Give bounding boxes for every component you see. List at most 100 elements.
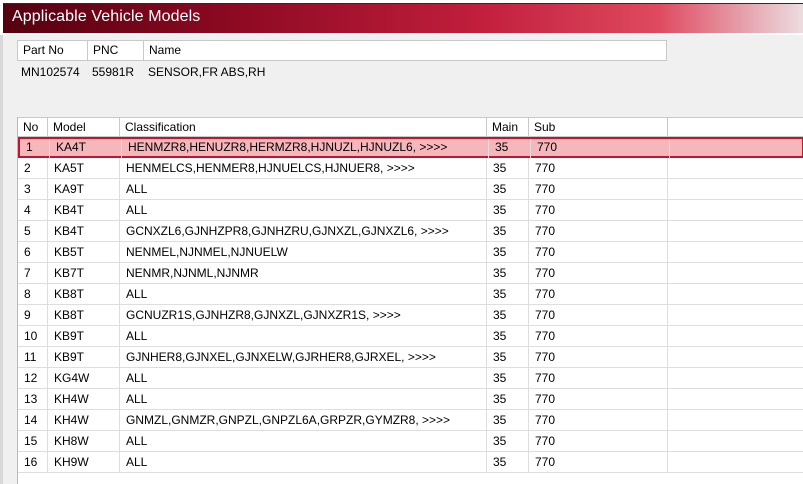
cell-empty <box>668 179 803 199</box>
cell-main: 35 <box>489 139 531 159</box>
table-row[interactable]: 4 KB4T ALL 35 770 <box>18 200 803 221</box>
cell-no: 8 <box>18 284 48 304</box>
cell-main: 35 <box>487 284 529 304</box>
cell-empty <box>668 347 803 367</box>
col-header-sub[interactable]: Sub <box>529 118 668 137</box>
table-row[interactable]: 9 KB8T GCNUZR1S,GJNHZR8,GJNXZL,GJNXZR1S, >… <box>18 305 803 326</box>
cell-classification: ALL <box>120 431 487 451</box>
cell-classification: GCNXZL6,GJNHZPR8,GJNHZRU,GJNXZL,GJNXZL6,… <box>120 221 487 241</box>
cell-sub: 770 <box>531 139 670 159</box>
cell-main: 35 <box>487 368 529 388</box>
col-header-main[interactable]: Main <box>487 118 529 137</box>
cell-classification: ALL <box>120 179 487 199</box>
cell-model: KA5T <box>48 158 120 178</box>
cell-sub: 770 <box>529 158 668 178</box>
cell-classification: NENMEL,NJNMEL,NJNUELW <box>120 242 487 262</box>
cell-model: KB9T <box>48 347 120 367</box>
pnc-header[interactable]: PNC <box>88 41 144 60</box>
cell-model: KB9T <box>48 326 120 346</box>
cell-no: 15 <box>18 431 48 451</box>
cell-no: 3 <box>18 179 48 199</box>
name-header[interactable]: Name <box>144 41 668 60</box>
cell-no: 12 <box>18 368 48 388</box>
cell-main: 35 <box>487 452 529 472</box>
cell-main: 35 <box>487 410 529 430</box>
cell-model: KB7T <box>48 263 120 283</box>
part-info-header: Part No PNC Name <box>17 40 667 61</box>
table-row[interactable]: 1 KA4T HENMZR8,HENUZR8,HERMZR8,HJNUZL,HJNU… <box>18 137 803 159</box>
cell-model: KH4W <box>48 410 120 430</box>
cell-no: 5 <box>18 221 48 241</box>
cell-model: KB4T <box>48 200 120 220</box>
table-row[interactable]: 11 KB9T GJNHER8,GJNXEL,GJNXELW,GJRHER8,GJR… <box>18 347 803 368</box>
cell-main: 35 <box>487 389 529 409</box>
part-no-value: MN102574 <box>21 65 80 79</box>
cell-model: KG4W <box>48 368 120 388</box>
cell-classification: ALL <box>120 452 487 472</box>
table-row[interactable]: 3 KA9T ALL 35 770 <box>18 179 803 200</box>
table-header: No Model Classification Main Sub <box>18 117 803 137</box>
cell-sub: 770 <box>529 452 668 472</box>
cell-sub: 770 <box>529 263 668 283</box>
cell-no: 10 <box>18 326 48 346</box>
cell-sub: 770 <box>529 221 668 241</box>
cell-model: KH4W <box>48 389 120 409</box>
table-row[interactable]: 10 KB9T ALL 35 770 <box>18 326 803 347</box>
cell-empty <box>668 221 803 241</box>
cell-model: KB5T <box>48 242 120 262</box>
vehicle-models-table[interactable]: No Model Classification Main Sub 1 KA4T HE… <box>17 117 803 484</box>
table-row[interactable]: 12 KG4W ALL 35 770 <box>18 368 803 389</box>
table-row[interactable]: 8 KB8T ALL 35 770 <box>18 284 803 305</box>
cell-classification: ALL <box>120 284 487 304</box>
cell-classification: GNMZL,GNMZR,GNPZL,GNPZL6A,GRPZR,GYMZR8, … <box>120 410 487 430</box>
table-row[interactable]: 6 KB5T NENMEL,NJNMEL,NJNUELW 35 770 <box>18 242 803 263</box>
table-row[interactable]: 2 KA5T HENMELCS,HENMER8,HJNUELCS,HJNUER8, … <box>18 158 803 179</box>
table-row[interactable]: 14 KH4W GNMZL,GNMZR,GNPZL,GNPZL6A,GRPZR,GY… <box>18 410 803 431</box>
cell-classification: ALL <box>120 368 487 388</box>
cell-sub: 770 <box>529 431 668 451</box>
cell-sub: 770 <box>529 368 668 388</box>
pnc-value: 55981R <box>92 65 135 79</box>
table-row[interactable]: 13 KH4W ALL 35 770 <box>18 389 803 410</box>
cell-model: KH8W <box>48 431 120 451</box>
cell-classification: ALL <box>120 200 487 220</box>
cell-no: 6 <box>18 242 48 262</box>
cell-sub: 770 <box>529 242 668 262</box>
part-no-header[interactable]: Part No <box>18 41 88 60</box>
col-header-no[interactable]: No <box>18 118 48 137</box>
col-header-empty <box>668 118 803 137</box>
title-bar[interactable]: Applicable Vehicle Models <box>0 0 803 35</box>
cell-sub: 770 <box>529 326 668 346</box>
table-row[interactable]: 5 KB4T GCNXZL6,GJNHZPR8,GJNHZRU,GJNXZL,GJN… <box>18 221 803 242</box>
cell-no: 11 <box>18 347 48 367</box>
cell-empty <box>668 452 803 472</box>
cell-classification: GCNUZR1S,GJNHZR8,GJNXZL,GJNXZR1S, >>>> <box>120 305 487 325</box>
cell-main: 35 <box>487 263 529 283</box>
col-header-classification[interactable]: Classification <box>120 118 487 137</box>
cell-main: 35 <box>487 242 529 262</box>
cell-empty <box>670 139 803 159</box>
cell-empty <box>668 368 803 388</box>
cell-sub: 770 <box>529 305 668 325</box>
cell-empty <box>668 305 803 325</box>
cell-empty <box>668 326 803 346</box>
cell-classification: ALL <box>120 389 487 409</box>
table-row[interactable]: 7 KB7T NENMR,NJNML,NJNMR 35 770 <box>18 263 803 284</box>
cell-no: 7 <box>18 263 48 283</box>
cell-empty <box>668 431 803 451</box>
cell-main: 35 <box>487 158 529 178</box>
col-header-model[interactable]: Model <box>48 118 120 137</box>
cell-model: KB8T <box>48 284 120 304</box>
table-row[interactable]: 15 KH8W ALL 35 770 <box>18 431 803 452</box>
cell-main: 35 <box>487 200 529 220</box>
cell-no: 13 <box>18 389 48 409</box>
cell-sub: 770 <box>529 389 668 409</box>
cell-main: 35 <box>487 179 529 199</box>
cell-model: KA9T <box>48 179 120 199</box>
table-row[interactable]: 16 KH9W ALL 35 770 <box>18 452 803 473</box>
cell-empty <box>668 242 803 262</box>
cell-no: 1 <box>20 139 50 159</box>
part-info-panel: Part No PNC Name MN102574 55981R SENSOR,… <box>17 40 667 114</box>
cell-main: 35 <box>487 305 529 325</box>
cell-classification: GJNHER8,GJNXEL,GJNXELW,GJRHER8,GJRXEL, >… <box>120 347 487 367</box>
